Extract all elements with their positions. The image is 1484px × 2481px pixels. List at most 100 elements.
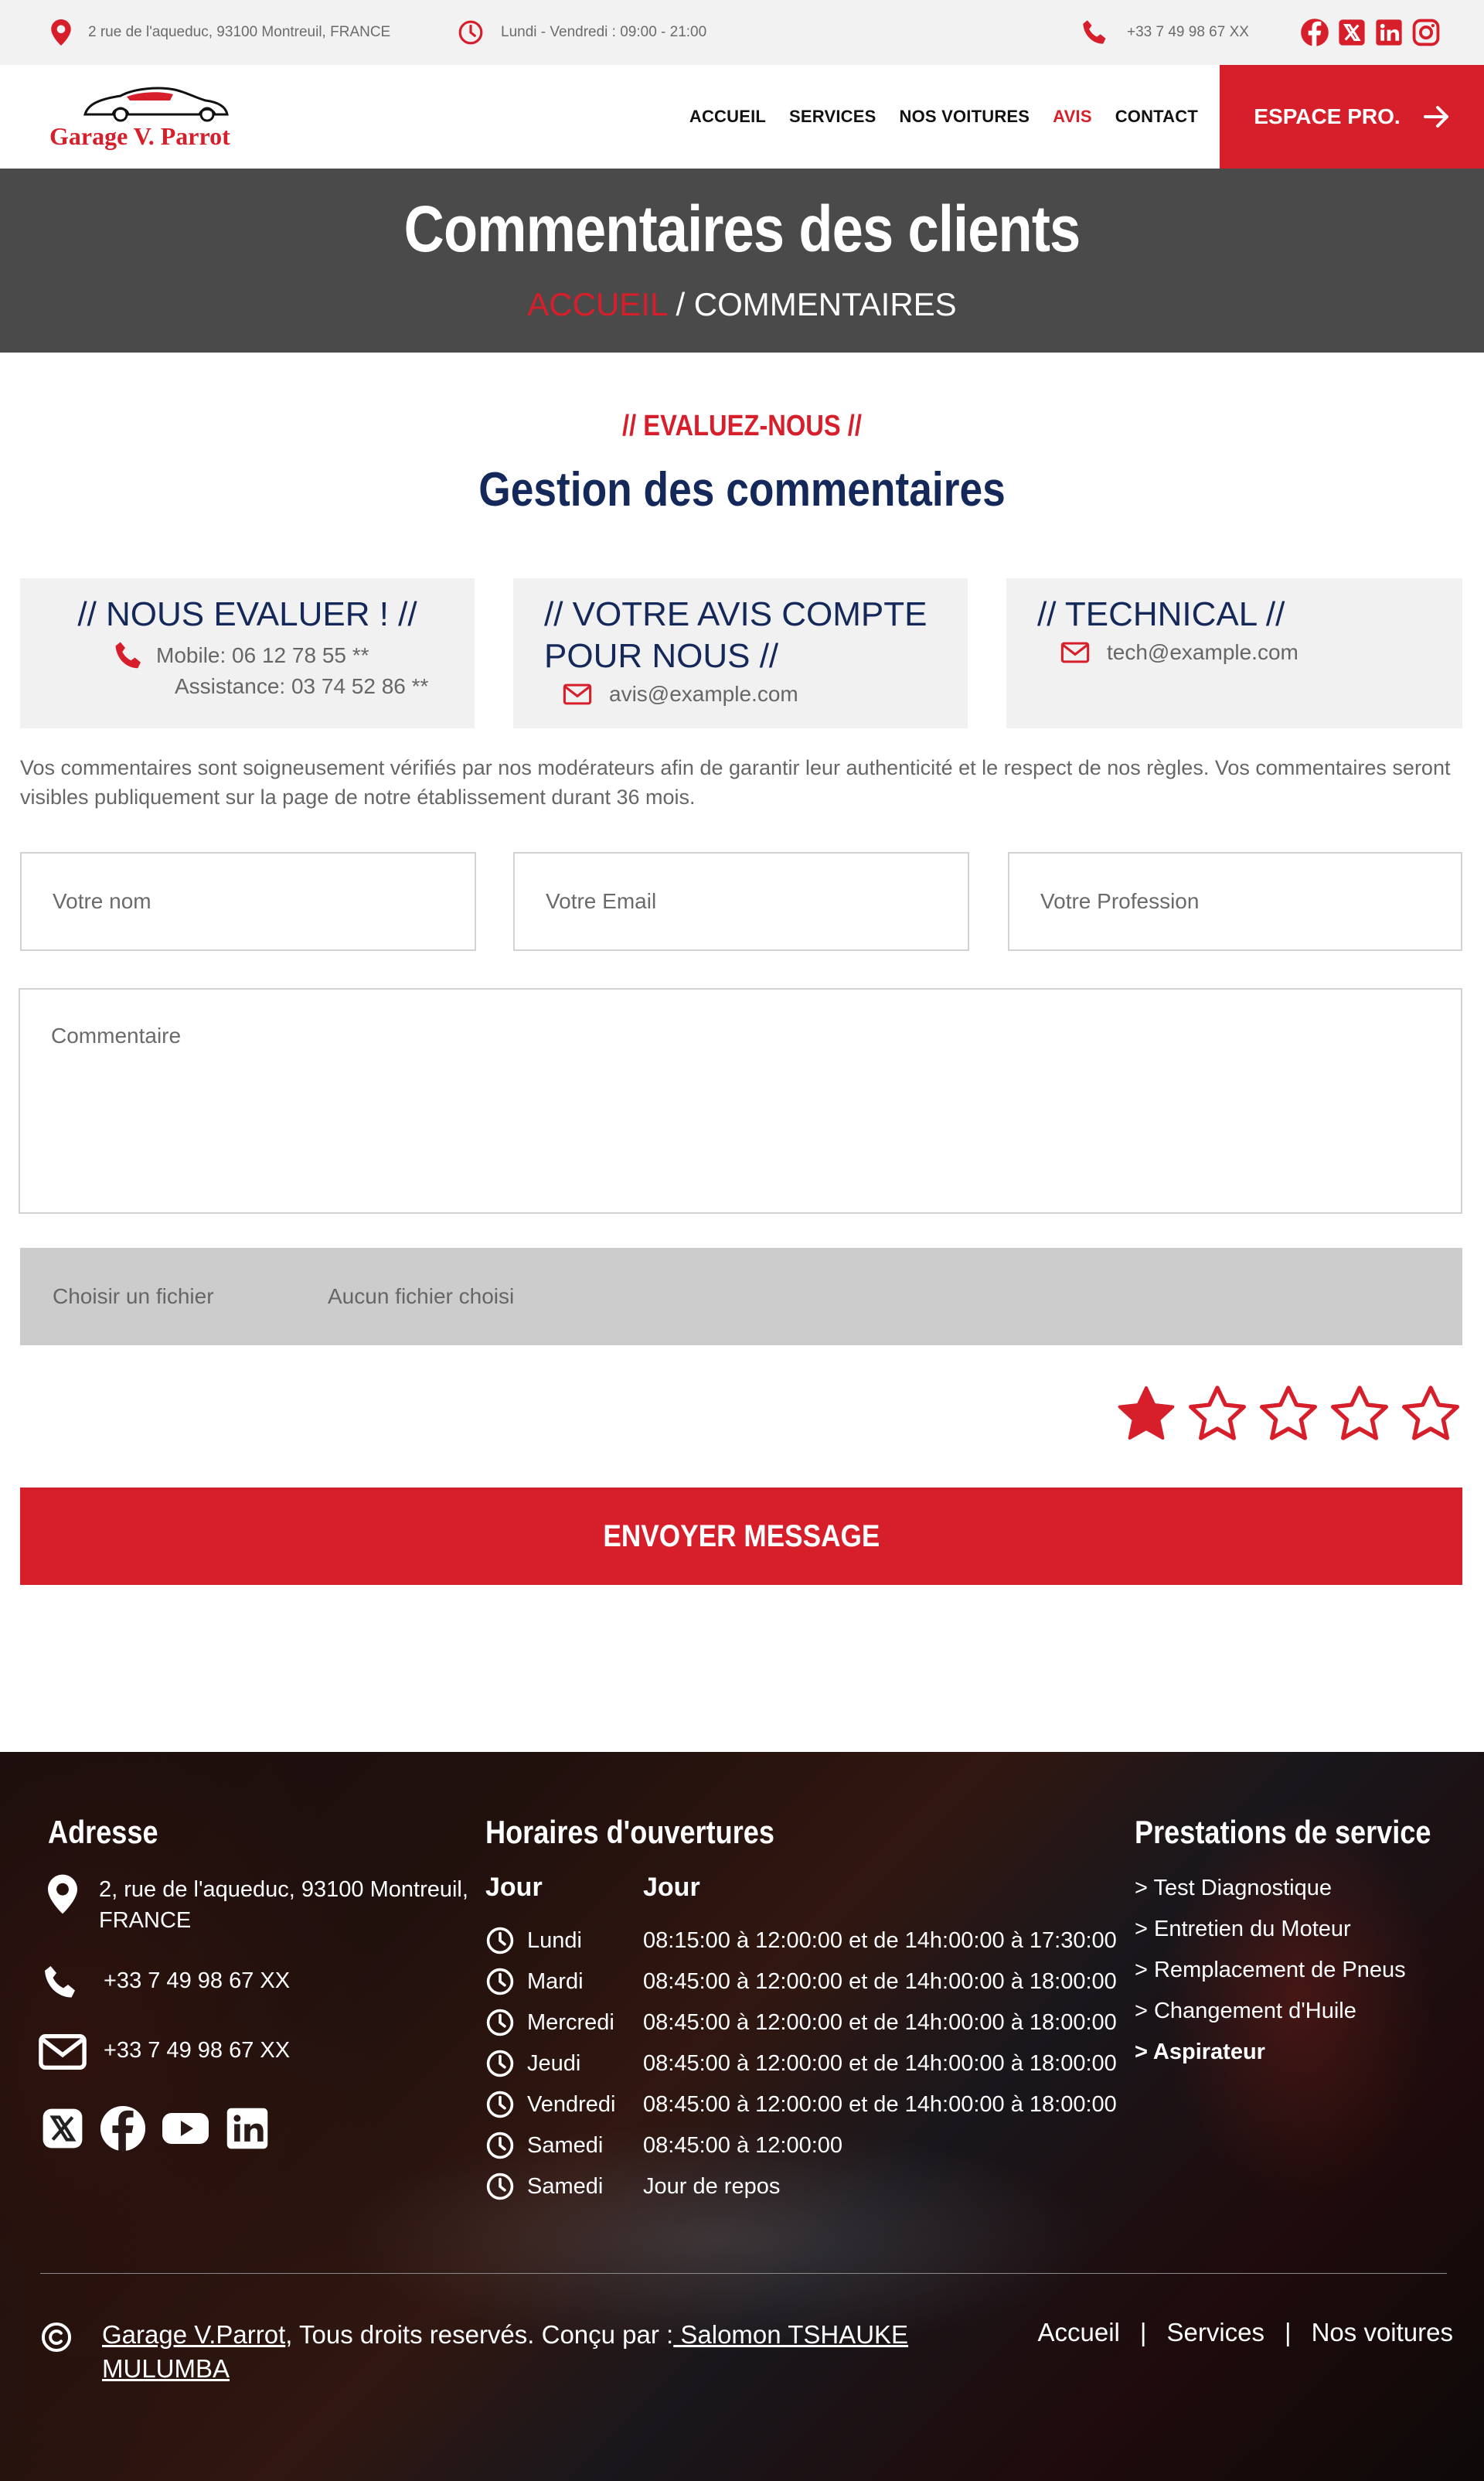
topbar-hours-text: Lundi - Vendredi : 09:00 - 21:00: [501, 24, 707, 40]
nav-nos-voitures[interactable]: NOS VOITURES: [900, 107, 1030, 127]
comment-textarea[interactable]: [19, 988, 1462, 1214]
phone-icon: [1083, 20, 1106, 44]
hours-day: Samedi: [527, 2173, 604, 2199]
mail-icon: [1060, 642, 1090, 663]
hours-time: 08:45:00 à 12:00:00 et de 14h:00:00 à 18…: [643, 2091, 1117, 2117]
espace-pro-label: ESPACE PRO.: [1254, 104, 1401, 128]
card-evaluate-title: // NOUS EVALUER ! //: [77, 595, 417, 633]
hours-time: Jour de repos: [643, 2173, 781, 2199]
footer-phone[interactable]: +33 7 49 98 67 XX: [104, 1968, 290, 1994]
hours-day: Mardi: [527, 1968, 584, 1994]
arrow-right-icon: [1423, 106, 1448, 128]
moderation-notice: Vos commentaires sont soigneusement véri…: [20, 756, 1451, 809]
card-evaluate-assistance-text: Assistance: 03 74 52 86 **: [175, 674, 429, 698]
card-evaluate: // NOUS EVALUER ! // Mobile: 06 12 78 55…: [20, 578, 475, 728]
hours-row: Vendredi 08:45:00 à 12:00:00 et de 14h:0…: [485, 2089, 1117, 2120]
hours-day: Lundi: [527, 1927, 582, 1953]
copyright: Garage V.Parrot, Tous droits reservés. C…: [102, 2318, 952, 2386]
mail-icon: [39, 2033, 87, 2074]
star-filled-icon[interactable]: [1115, 1384, 1178, 1446]
card-opinion-title-line1: // VOTRE AVIS COMPTE: [544, 595, 928, 633]
footer-link-separator: |: [1139, 2318, 1147, 2346]
topbar-phone-text: +33 7 49 98 67 XX: [1127, 24, 1249, 40]
linkedin-icon[interactable]: [224, 2105, 271, 2156]
send-message-button[interactable]: ENVOYER MESSAGE: [20, 1488, 1462, 1585]
facebook-icon[interactable]: [1300, 18, 1329, 47]
location-pin-icon: [48, 1874, 77, 1918]
top-bar: 2 rue de l'aqueduc, 93100 Montreuil, FRA…: [0, 0, 1484, 65]
footer-address-line1: 2, rue de l'aqueduc, 93100 Montreuil,: [99, 1877, 468, 1902]
hours-time: 08:45:00 à 12:00:00: [643, 2132, 843, 2158]
hours-time: 08:45:00 à 12:00:00 et de 14h:00:00 à 18…: [643, 1968, 1117, 1994]
star-empty-icon[interactable]: [1399, 1384, 1462, 1446]
logo[interactable]: Garage V. Parrot: [49, 83, 235, 152]
hours-day: Vendredi: [527, 2091, 616, 2117]
hours-day: Jeudi: [527, 2050, 581, 2076]
clock-icon: [486, 2173, 514, 2200]
profession-input[interactable]: [1008, 852, 1462, 951]
copyright-brand-link[interactable]: Garage V.Parrot: [102, 2320, 285, 2349]
footer-link-nos-voitures[interactable]: Nos voitures: [1312, 2318, 1453, 2347]
nav-services[interactable]: SERVICES: [789, 107, 876, 127]
instagram-icon[interactable]: [1411, 18, 1441, 47]
topbar-address-text: 2 rue de l'aqueduc, 93100 Montreuil, FRA…: [88, 24, 391, 40]
hours-col2-header: Jour: [643, 1873, 700, 1902]
footer-link-services[interactable]: Services: [1166, 2318, 1264, 2347]
nav-avis[interactable]: AVIS: [1053, 107, 1092, 127]
star-rating[interactable]: [1115, 1384, 1462, 1446]
espace-pro-button[interactable]: ESPACE PRO.: [1220, 65, 1484, 169]
x-twitter-icon[interactable]: [1337, 18, 1367, 47]
star-empty-icon[interactable]: [1257, 1384, 1320, 1446]
service-link[interactable]: > Remplacement de Pneus: [1135, 1958, 1406, 1983]
footer-address-title: Adresse: [48, 1814, 158, 1850]
youtube-icon[interactable]: [161, 2110, 210, 2151]
card-technical: // TECHNICAL // tech@example.com: [1006, 578, 1462, 728]
nav-contact[interactable]: CONTACT: [1115, 107, 1198, 127]
phone-icon: [115, 642, 141, 669]
mail-icon: [563, 683, 592, 705]
name-input[interactable]: [20, 852, 476, 951]
footer-links: Accueil | Services | Nos voitures: [1038, 2318, 1454, 2347]
hours-row: Jeudi 08:45:00 à 12:00:00 et de 14h:00:0…: [485, 2048, 1117, 2079]
card-technical-email-text: tech@example.com: [1107, 640, 1298, 664]
clock-icon: [486, 2050, 514, 2077]
hours-time: 08:45:00 à 12:00:00 et de 14h:00:00 à 18…: [643, 2050, 1117, 2076]
service-link[interactable]: > Test Diagnostique: [1135, 1876, 1332, 1901]
footer-divider: [40, 2273, 1447, 2274]
email-input[interactable]: [513, 852, 969, 951]
topbar-phone[interactable]: +33 7 49 98 67 XX: [1081, 0, 1249, 65]
file-status: Aucun fichier choisi: [328, 1284, 515, 1308]
x-twitter-icon[interactable]: [40, 2106, 85, 2155]
hours-time: 08:45:00 à 12:00:00 et de 14h:00:00 à 18…: [643, 2009, 1117, 2035]
clock-icon: [486, 2132, 514, 2159]
copyright-icon: [40, 2321, 73, 2357]
car-logo-icon: [83, 87, 229, 122]
social-links-top: [1300, 0, 1441, 65]
footer-link-accueil[interactable]: Accueil: [1038, 2318, 1120, 2347]
service-link[interactable]: > Aspirateur: [1135, 2040, 1265, 2065]
card-evaluate-assistance: Assistance: 03 74 52 86 **: [175, 674, 444, 699]
file-upload[interactable]: Choisir un fichier Aucun fichier choisi: [20, 1248, 1462, 1345]
footer-address-line2: FRANCE: [99, 1908, 192, 1933]
service-link[interactable]: > Changement d'Huile: [1135, 1999, 1356, 2024]
card-opinion: // VOTRE AVIS COMPTE POUR NOUS // avis@ex…: [513, 578, 968, 728]
topbar-address: 2 rue de l'aqueduc, 93100 Montreuil, FRA…: [51, 0, 390, 65]
breadcrumb-home[interactable]: ACCUEIL: [527, 286, 667, 322]
hours-col1-header: Jour: [485, 1873, 543, 1902]
choose-file-button[interactable]: Choisir un fichier: [53, 1284, 328, 1309]
star-empty-icon[interactable]: [1186, 1384, 1249, 1446]
footer-address: 2, rue de l'aqueduc, 93100 Montreuil, FRA…: [99, 1874, 468, 1936]
nav-accueil[interactable]: ACCUEIL: [689, 107, 766, 127]
card-technical-email[interactable]: tech@example.com: [1060, 640, 1431, 665]
send-message-label: ENVOYER MESSAGE: [603, 1518, 880, 1553]
footer-social-links: [40, 2104, 271, 2156]
service-link[interactable]: > Entretien du Moteur: [1135, 1917, 1351, 1942]
star-empty-icon[interactable]: [1328, 1384, 1391, 1446]
hours-day: Mercredi: [527, 2009, 614, 2035]
card-opinion-email[interactable]: avis@example.com: [563, 682, 937, 707]
linkedin-icon[interactable]: [1374, 18, 1404, 47]
facebook-icon[interactable]: [99, 2104, 147, 2156]
clock-icon: [486, 1927, 514, 1954]
main-nav: ACCUEIL SERVICES NOS VOITURES AVIS CONTA…: [689, 65, 1198, 169]
footer-email[interactable]: +33 7 49 98 67 XX: [104, 2038, 290, 2064]
